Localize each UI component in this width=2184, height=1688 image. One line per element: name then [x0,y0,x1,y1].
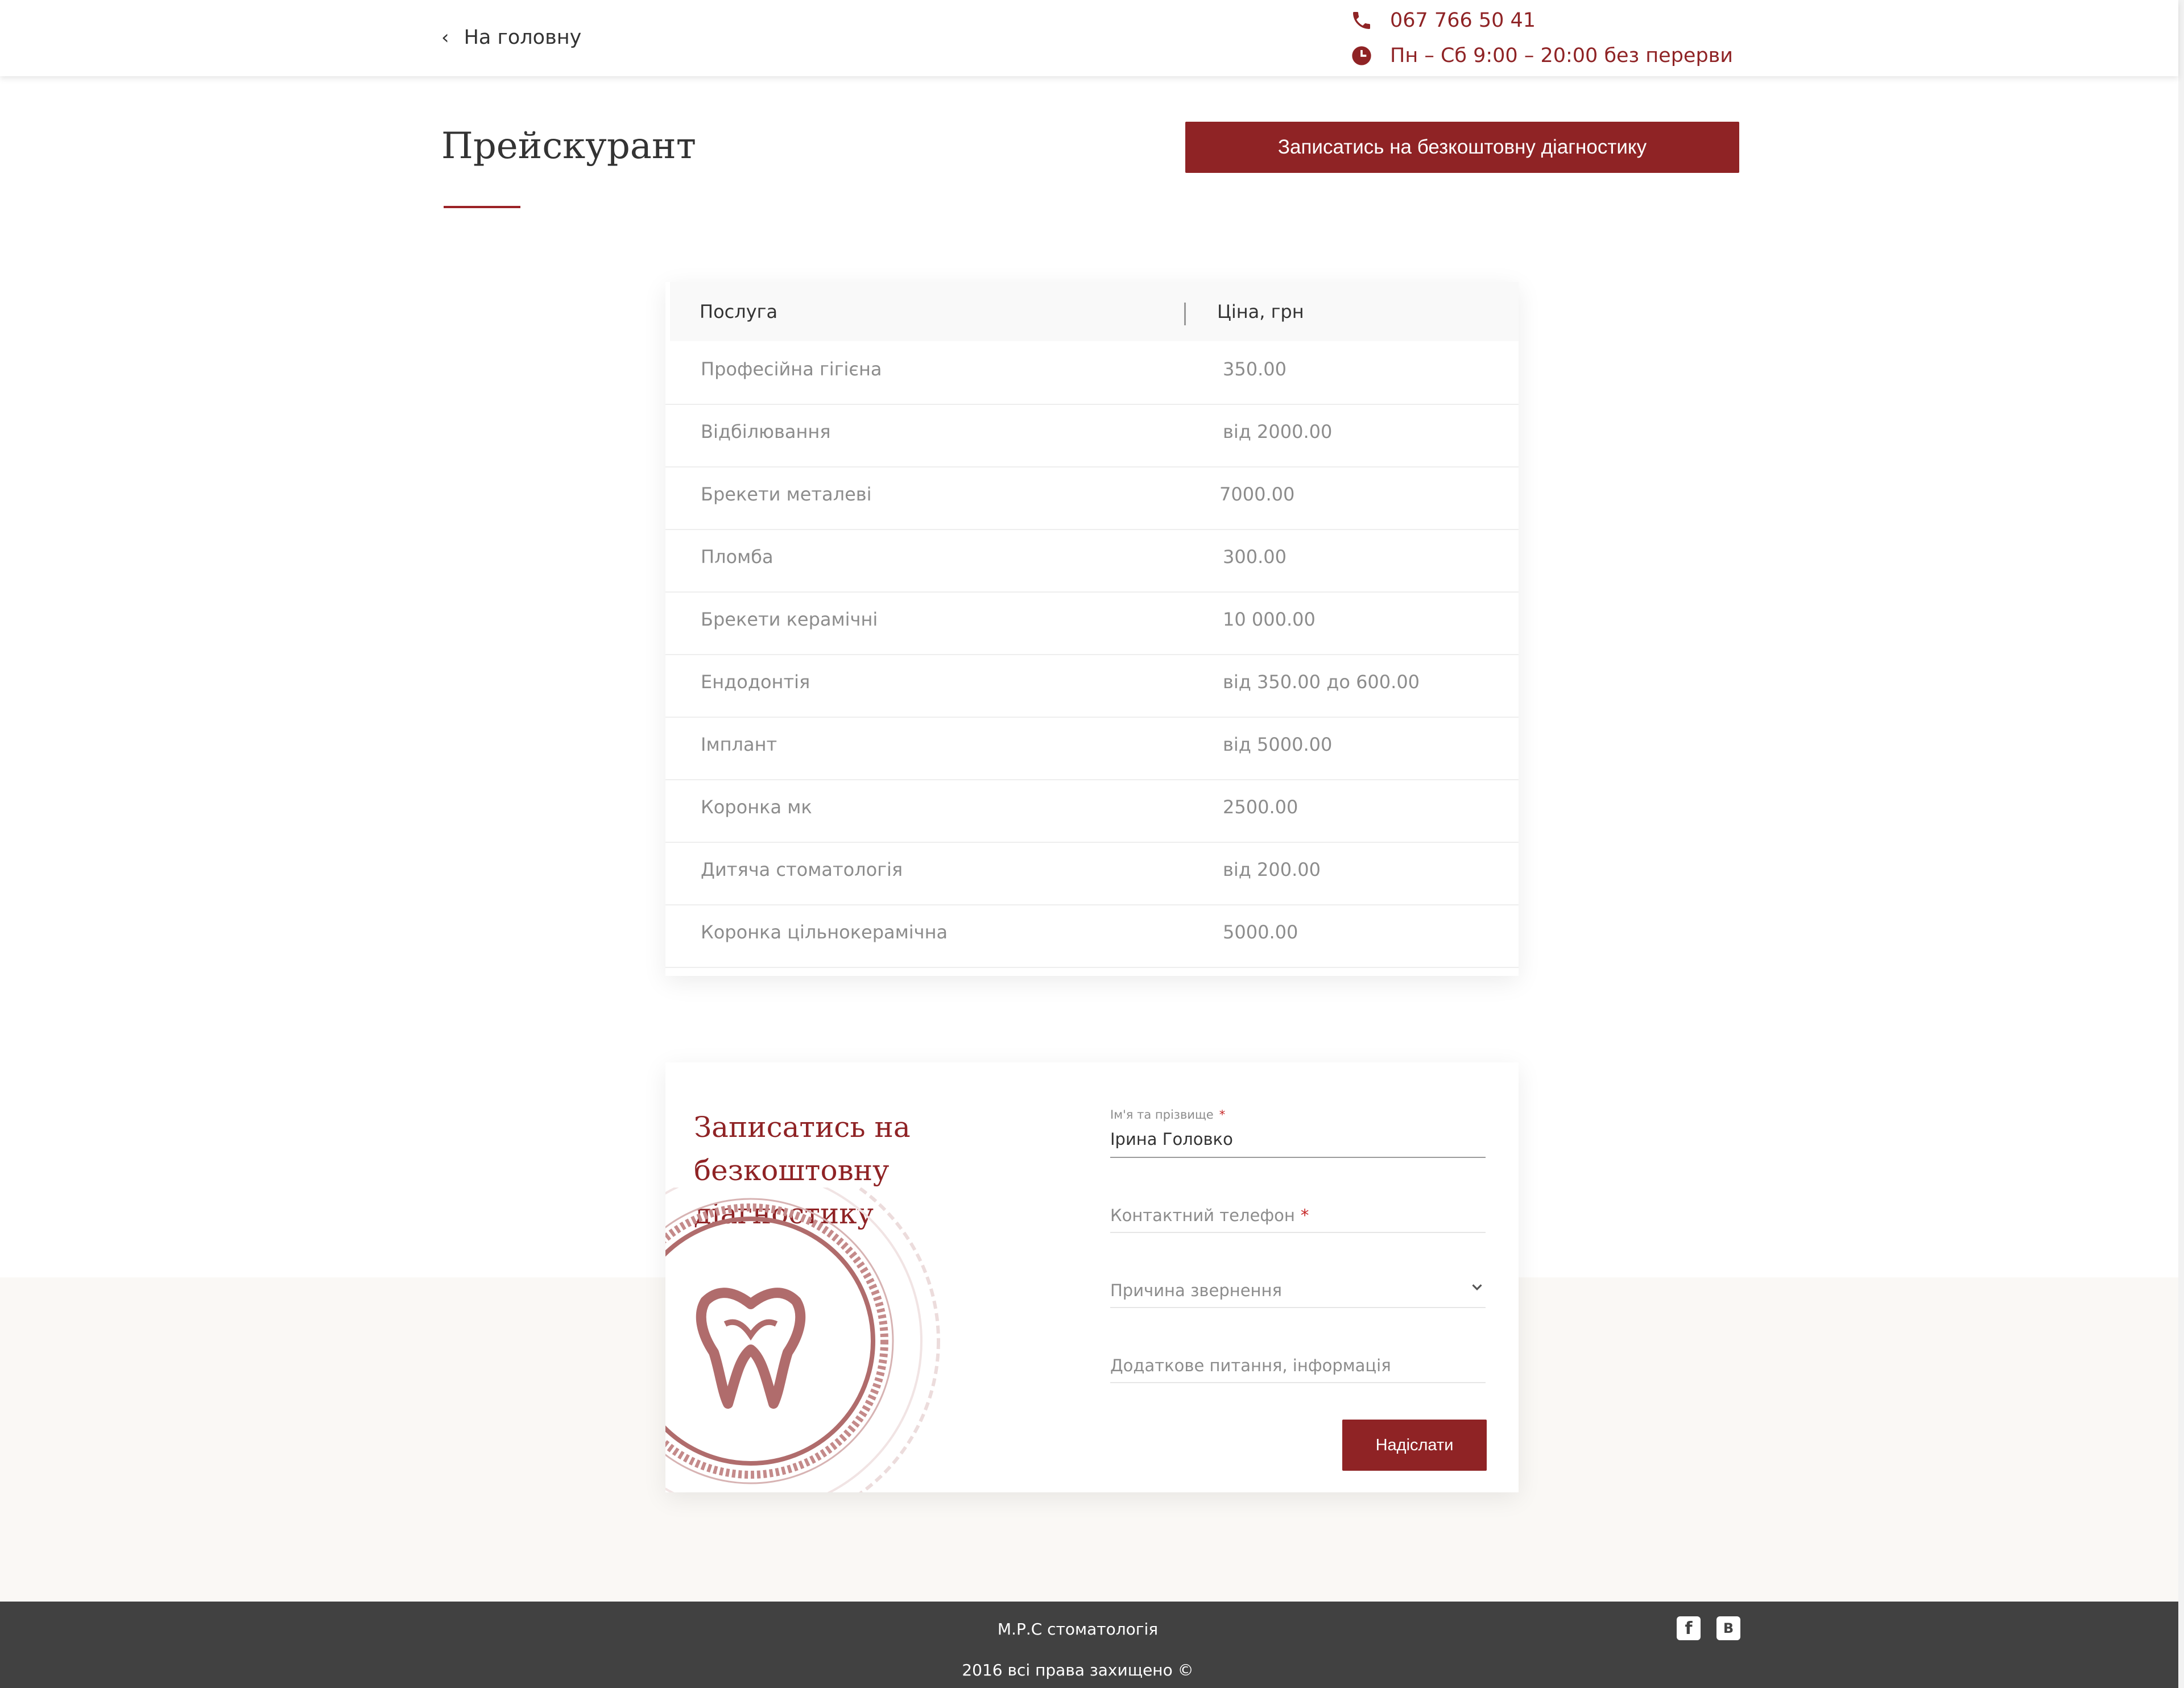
site-header: ‹ На головну 067 766 50 41 Пн – Сб 9:00 … [0,0,2178,76]
price-cell: від 5000.00 [1223,734,1333,755]
reason-select[interactable]: Причина звернення [1110,1258,1486,1308]
phone-field[interactable]: Контактний телефон * [1110,1183,1486,1233]
scrollbar[interactable] [2178,0,2184,1688]
facebook-icon[interactable]: f [1677,1616,1701,1640]
table-row: Пломба 300.00 [665,529,1519,593]
back-to-home-link[interactable]: ‹ На головну [441,26,581,49]
chevron-left-icon: ‹ [441,26,449,49]
back-link-label: На головну [464,26,582,49]
service-cell: Імплант [701,734,777,755]
extra-info-field[interactable]: Додаткове питання, інформація [1110,1333,1486,1383]
phone-contact[interactable]: 067 766 50 41 [1350,9,1536,32]
service-cell: Пломба [701,546,774,568]
table-row: Коронка цільнокерамічна 5000.00 [665,904,1519,968]
table-row: Відбілювання від 2000.00 [665,404,1519,467]
site-footer: М.Р.С стоматологія 2016 всі права захище… [0,1602,2178,1688]
name-value: Ірина Головко [1110,1130,1233,1149]
price-cell: від 200.00 [1223,859,1321,880]
clock-icon [1352,46,1371,65]
name-field[interactable]: Ім'я та прізвище * Ірина Головко [1110,1108,1486,1158]
phone-number: 067 766 50 41 [1390,9,1536,32]
price-table: Послуга Ціна, грн Професійна гігієна 350… [665,282,1519,976]
service-cell: Брекети керамічні [701,609,878,630]
tooth-logo-ornament [665,1188,940,1492]
service-cell: Професійна гігієна [701,358,882,380]
price-cell: 5000.00 [1223,921,1298,943]
table-row: Імплант від 5000.00 [665,717,1519,780]
column-header-price: Ціна, грн [1217,301,1304,322]
price-cell: 350.00 [1223,358,1287,380]
service-cell: Коронка мк [701,796,812,818]
price-cell: від 2000.00 [1223,421,1333,442]
footer-copyright: 2016 всі права захищено © [962,1661,1194,1679]
table-row: Брекети керамічні 10 000.00 [665,591,1519,655]
footer-brand: М.Р.С стоматологія [997,1620,1159,1639]
vk-icon[interactable]: В [1716,1616,1740,1640]
reason-placeholder: Причина звернення [1110,1281,1282,1300]
price-cell: 7000.00 [1219,483,1295,505]
table-header: Послуга Ціна, грн [670,282,1519,341]
column-divider [1184,303,1186,325]
service-cell: Ендодонтія [701,671,810,693]
book-diagnostic-button[interactable]: Записатись на безкоштовну діагностику [1185,122,1739,173]
table-row: Коронка мк 2500.00 [665,779,1519,843]
price-cell: 300.00 [1223,546,1287,568]
service-cell: Дитяча стоматологія [701,859,903,880]
price-cell: від 350.00 до 600.00 [1223,671,1420,693]
table-row: Ендодонтія від 350.00 до 600.00 [665,654,1519,718]
table-row: Брекети металеві 7000.00 [665,466,1519,530]
phone-icon [1353,12,1370,29]
chevron-down-icon [1472,1284,1482,1290]
extra-info-placeholder: Додаткове питання, інформація [1110,1356,1391,1375]
page-title: Прейскурант [441,125,696,167]
service-cell: Відбілювання [701,421,831,442]
submit-button[interactable]: Надіслати [1342,1420,1487,1471]
table-row: Професійна гігієна 350.00 [665,341,1519,405]
working-hours: Пн – Сб 9:00 – 20:00 без перерви [1350,44,1733,67]
phone-placeholder: Контактний телефон * [1110,1206,1309,1225]
service-cell: Брекети металеві [701,483,872,505]
table-row: Дитяча стоматологія від 200.00 [665,842,1519,905]
diagnostic-form: Записатись на безкоштовну діагностику Ім… [665,1062,1519,1492]
hours-text: Пн – Сб 9:00 – 20:00 без перерви [1390,44,1734,67]
column-header-service: Послуга [700,301,778,322]
price-cell: 2500.00 [1223,796,1298,818]
service-cell: Коронка цільнокерамічна [701,921,948,943]
name-label: Ім'я та прізвище * [1110,1108,1226,1122]
title-underline [444,206,520,208]
price-cell: 10 000.00 [1223,609,1316,630]
